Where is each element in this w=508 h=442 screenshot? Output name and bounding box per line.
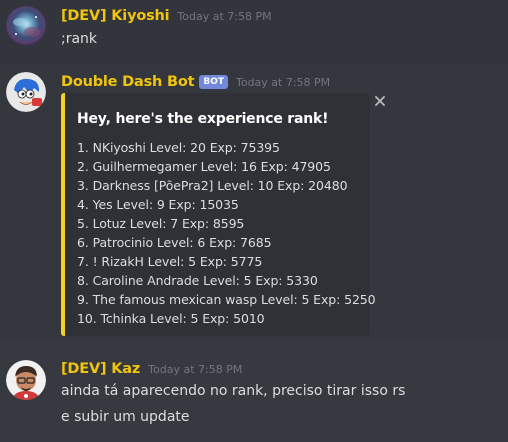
rank-item: 2. Guilhermegamer Level: 16 Exp: 47905 <box>77 159 331 174</box>
rank-item: 8. Caroline Andrade Level: 5 Exp: 5330 <box>77 273 318 288</box>
rank-list: 1. NKiyoshi Level: 20 Exp: 75395 2. Guil… <box>77 138 376 328</box>
rank-item: 6. Patrocinio Level: 6 Exp: 7685 <box>77 235 272 250</box>
message-text: ;rank <box>61 31 98 47</box>
rank-item: 9. The famous mexican wasp Level: 5 Exp:… <box>77 292 376 307</box>
message-text-line: ainda tá aparecendo no rank, preciso tir… <box>61 383 406 399</box>
username-kaz[interactable]: [DEV] Kaz <box>61 361 140 377</box>
timestamp: Today at 7:58 PM <box>235 75 331 89</box>
rank-item: 10. Tchinka Level: 5 Exp: 5010 <box>77 311 265 326</box>
avatar-double-dash-bot[interactable] <box>6 72 46 112</box>
rank-item: 1. NKiyoshi Level: 20 Exp: 75395 <box>77 140 280 155</box>
timestamp: Today at 7:58 PM <box>177 9 272 23</box>
rank-item: 4. Yes Level: 9 Exp: 15035 <box>77 197 239 212</box>
rank-item: 5. Lotuz Level: 7 Exp: 8595 <box>77 216 245 231</box>
message-text-line: e subir um update <box>61 409 190 425</box>
close-icon[interactable] <box>373 93 387 109</box>
rank-item: 3. Darkness [PõePra2] Level: 10 Exp: 204… <box>77 178 348 193</box>
rank-item: 7. ! RizakH Level: 5 Exp: 5775 <box>77 254 263 269</box>
bot-tag: BOT <box>199 75 228 89</box>
username-kiyoshi[interactable]: [DEV] Kiyoshi <box>61 8 170 24</box>
avatar-kaz[interactable] <box>6 360 46 400</box>
timestamp: Today at 7:58 PM <box>148 362 243 376</box>
rank-embed: Hey, here's the experience rank! 1. NKiy… <box>61 93 376 336</box>
avatar-kiyoshi[interactable] <box>6 6 46 46</box>
username-double-dash-bot[interactable]: Double Dash Bot <box>61 74 195 90</box>
embed-title: Hey, here's the experience rank! <box>77 111 329 127</box>
